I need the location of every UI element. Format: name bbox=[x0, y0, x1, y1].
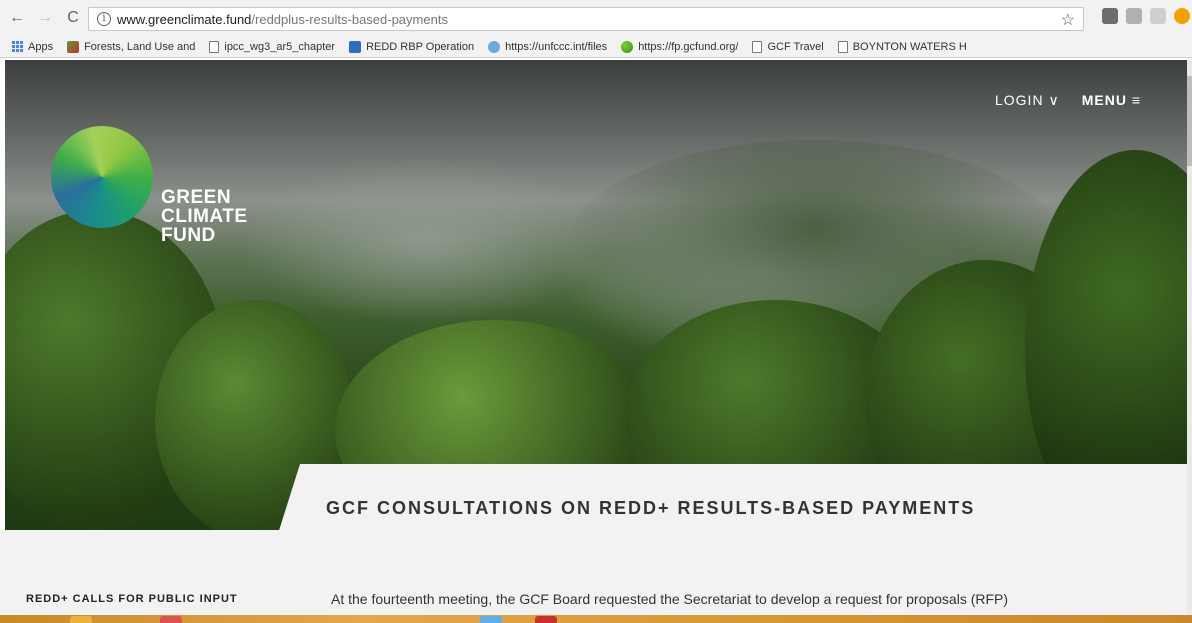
site-top-nav: LOGIN ∨ MENU ≡ bbox=[995, 92, 1141, 109]
login-button[interactable]: LOGIN ∨ bbox=[995, 92, 1060, 109]
extension-icon[interactable] bbox=[1126, 8, 1142, 24]
apps-icon bbox=[12, 41, 23, 52]
bookmarks-bar: Apps Forests, Land Use and ipcc_wg3_ar5_… bbox=[0, 36, 1192, 58]
gcf-logo[interactable]: GREEN CLIMATE FUND bbox=[51, 126, 247, 245]
document-icon bbox=[209, 40, 220, 53]
chevron-down-icon: ∨ bbox=[1048, 92, 1060, 108]
bookmark-ipcc[interactable]: ipcc_wg3_ar5_chapter bbox=[209, 40, 336, 53]
bookmark-label: BOYNTON WATERS H bbox=[852, 40, 967, 53]
bookmark-forests[interactable]: Forests, Land Use and bbox=[67, 40, 196, 53]
logo-globe-icon bbox=[51, 126, 153, 228]
page-title: GCF CONSULTATIONS ON REDD+ RESULTS-BASED… bbox=[326, 498, 976, 518]
document-icon bbox=[837, 40, 848, 53]
menu-button[interactable]: MENU ≡ bbox=[1082, 92, 1141, 109]
menu-label: MENU bbox=[1081, 92, 1127, 108]
logo-line: GREEN bbox=[161, 187, 232, 208]
extension-icon[interactable] bbox=[1150, 8, 1166, 24]
bookmark-label: https://fp.gcfund.org/ bbox=[638, 40, 739, 53]
bookmark-label: Forests, Land Use and bbox=[84, 40, 196, 53]
browser-toolbar: ← → C i www.greenclimate.fund /reddplus-… bbox=[0, 0, 1192, 36]
taskbar-app-icon[interactable] bbox=[480, 616, 502, 623]
url-host: www.greenclimate.fund bbox=[117, 11, 252, 27]
forward-button[interactable]: → bbox=[34, 7, 56, 29]
reload-button[interactable]: C bbox=[62, 7, 84, 29]
taskbar-app-icon[interactable] bbox=[70, 616, 92, 623]
bookmark-apps[interactable]: Apps bbox=[12, 41, 53, 53]
alert-icon[interactable] bbox=[1174, 8, 1190, 24]
back-button[interactable]: ← bbox=[6, 7, 28, 29]
logo-line: CLIMATE bbox=[161, 206, 248, 227]
bookmark-boynton[interactable]: BOYNTON WATERS H bbox=[837, 40, 967, 53]
bookmark-label: Apps bbox=[28, 40, 54, 53]
sidebar-heading[interactable]: REDD+ CALLS FOR PUBLIC INPUT bbox=[26, 593, 238, 605]
bookmark-unfccc[interactable]: https://unfccc.int/files bbox=[488, 40, 608, 53]
bookmark-star-icon[interactable]: ☆ bbox=[1061, 10, 1075, 30]
logo-text: GREEN CLIMATE FUND bbox=[161, 188, 248, 245]
intro-paragraph: At the fourteenth meeting, the GCF Board… bbox=[331, 591, 1009, 607]
document-icon bbox=[752, 40, 763, 53]
bookmark-label: ipcc_wg3_ar5_chapter bbox=[224, 40, 336, 53]
logo-line: FUND bbox=[161, 225, 216, 246]
address-bar[interactable]: i www.greenclimate.fund /reddplus-result… bbox=[88, 7, 1084, 31]
globe-icon bbox=[621, 40, 634, 53]
taskbar-app-icon[interactable] bbox=[160, 616, 182, 623]
bookmark-label: REDD RBP Operation bbox=[366, 40, 475, 53]
extension-icons bbox=[1096, 8, 1192, 24]
bookmark-redd-rbp[interactable]: REDD RBP Operation bbox=[349, 40, 475, 53]
info-icon[interactable]: i bbox=[97, 12, 111, 26]
bookmark-gcf-travel[interactable]: GCF Travel bbox=[752, 40, 824, 53]
login-label: LOGIN bbox=[994, 92, 1044, 108]
extension-icon[interactable] bbox=[1102, 8, 1118, 24]
bookmark-fp-gcfund[interactable]: https://fp.gcfund.org/ bbox=[621, 40, 739, 53]
scrollbar-thumb[interactable] bbox=[1187, 76, 1192, 166]
url-path: /reddplus-results-based-payments bbox=[251, 11, 448, 27]
bookmark-label: https://unfccc.int/files bbox=[505, 40, 608, 53]
taskbar-app-icon[interactable] bbox=[535, 616, 557, 623]
forest-icon bbox=[67, 40, 80, 53]
sharepoint-icon bbox=[349, 40, 362, 53]
bookmark-label: GCF Travel bbox=[767, 40, 824, 53]
unfccc-icon bbox=[488, 40, 501, 53]
hero-forest-image: GREEN CLIMATE FUND LOGIN ∨ MENU ≡ bbox=[5, 60, 1187, 530]
hamburger-icon: ≡ bbox=[1131, 92, 1141, 108]
